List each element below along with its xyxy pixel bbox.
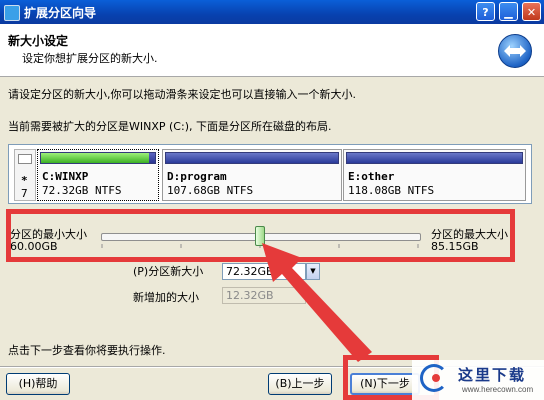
annotation-arrow: [262, 243, 372, 362]
watermark-dot-icon: [432, 374, 440, 382]
watermark-url: www.herecown.com: [462, 385, 534, 394]
watermark-text: 这里下载: [458, 366, 527, 384]
watermark: 这里下载 www.herecown.com: [412, 360, 544, 400]
